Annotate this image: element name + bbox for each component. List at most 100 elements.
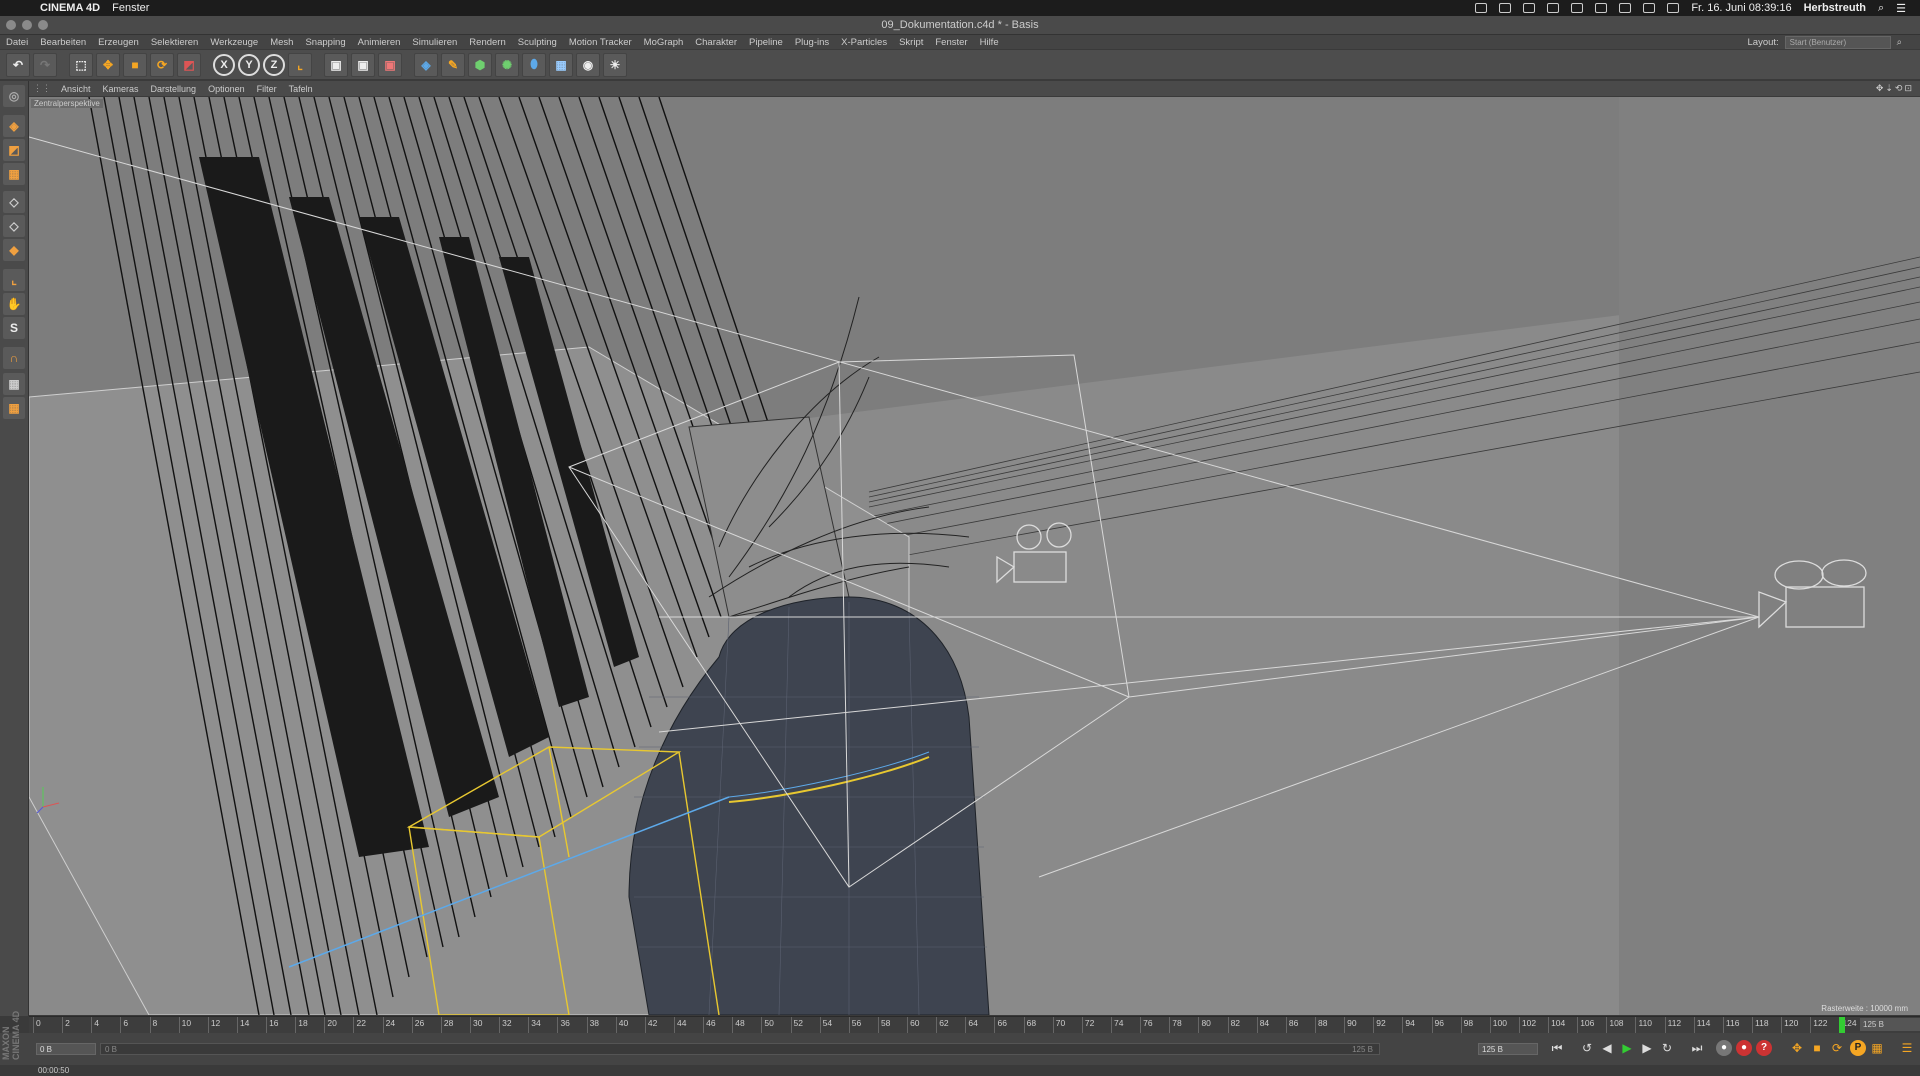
- solo-mode-icon[interactable]: ▦: [3, 397, 25, 419]
- cube-object-icon[interactable]: ◈: [414, 52, 438, 77]
- menu-user[interactable]: Herbstreuth: [1804, 2, 1866, 14]
- axis-mode-icon[interactable]: ⌞: [3, 269, 25, 291]
- texture-mode-icon[interactable]: ◩: [3, 139, 25, 161]
- record-active-objects-icon[interactable]: ●: [1716, 1040, 1732, 1056]
- play-forward-icon[interactable]: ▶: [1618, 1039, 1636, 1057]
- zoom-window-button[interactable]: [38, 20, 48, 30]
- recent-tool-icon[interactable]: ◩: [177, 52, 201, 77]
- snap-icon[interactable]: S: [3, 317, 25, 339]
- app-name-menu[interactable]: CINEMA 4D: [40, 2, 100, 14]
- rotate-tool-icon[interactable]: ⟳: [150, 52, 174, 77]
- cloud-icon[interactable]: [1499, 3, 1512, 13]
- menu-rendern[interactable]: Rendern: [463, 37, 511, 48]
- bluetooth-icon[interactable]: [1619, 3, 1632, 13]
- start-frame-field[interactable]: 0 B: [36, 1043, 96, 1055]
- time-machine-icon[interactable]: [1595, 3, 1608, 13]
- move-tool-icon[interactable]: ✥: [96, 52, 120, 77]
- points-mode-icon[interactable]: ◇: [3, 191, 25, 213]
- viewport-navigation-icons[interactable]: ✥⇣⟲⊡: [1876, 83, 1920, 94]
- scale-tool-icon[interactable]: ■: [123, 52, 147, 77]
- cloner-icon[interactable]: ✺: [495, 52, 519, 77]
- next-frame-icon[interactable]: ▶: [1638, 1039, 1656, 1057]
- axis-z-lock-button[interactable]: Z: [263, 53, 285, 76]
- menu-skript[interactable]: Skript: [893, 37, 929, 48]
- scale-key-icon[interactable]: ■: [1808, 1039, 1826, 1057]
- shield-icon[interactable]: [1547, 3, 1560, 13]
- menu-werkzeuge[interactable]: Werkzeuge: [204, 37, 264, 48]
- polygons-mode-icon[interactable]: ◆: [3, 239, 25, 261]
- folder-icon[interactable]: [1523, 3, 1536, 13]
- axis-x-lock-button[interactable]: X: [213, 53, 235, 76]
- viewport-menu-kameras[interactable]: Kameras: [97, 84, 145, 94]
- menu-bearbeiten[interactable]: Bearbeiten: [34, 37, 92, 48]
- menu-x-particles[interactable]: X-Particles: [835, 37, 893, 48]
- edges-mode-icon[interactable]: ◇: [3, 215, 25, 237]
- menu-charakter[interactable]: Charakter: [689, 37, 743, 48]
- floor-environment-icon[interactable]: ▦: [549, 52, 573, 77]
- menu-mesh[interactable]: Mesh: [264, 37, 299, 48]
- go-to-start-icon[interactable]: ⏮: [1548, 1039, 1566, 1057]
- preview-range-slider[interactable]: 0 B 125 B: [100, 1043, 1380, 1055]
- light-icon[interactable]: ☀: [603, 52, 627, 77]
- timeline-end-frame[interactable]: 125 B: [1860, 1018, 1920, 1031]
- viewport-menu-optionen[interactable]: Optionen: [202, 84, 251, 94]
- notification-center-icon[interactable]: ☰: [1896, 2, 1906, 15]
- dropbox-icon[interactable]: [1475, 3, 1488, 13]
- point-level-animation-icon[interactable]: ▦: [1868, 1039, 1886, 1057]
- position-key-icon[interactable]: ✥: [1788, 1039, 1806, 1057]
- timeline-ruler[interactable]: 0 2 4 6 8 10 12 14 16 18 20 22 24 26 28 30 32 34 36 38 40 42 4…: [29, 1016, 1920, 1033]
- viewport-grip-icon[interactable]: ⋮⋮: [29, 83, 55, 94]
- menu-plug-ins[interactable]: Plug-ins: [789, 37, 835, 48]
- workplane-lock-icon[interactable]: ▦: [3, 373, 25, 395]
- timeline-menu-icon[interactable]: ☰: [1898, 1039, 1916, 1057]
- coordinate-system-icon[interactable]: ⌞: [288, 52, 312, 77]
- rotation-key-icon[interactable]: ⟳: [1828, 1039, 1846, 1057]
- menu-motion-tracker[interactable]: Motion Tracker: [563, 37, 638, 48]
- timeline-playhead[interactable]: [1839, 1017, 1846, 1033]
- viewport-menu-darstellung[interactable]: Darstellung: [145, 84, 203, 94]
- mac-menu-fenster[interactable]: Fenster: [112, 2, 149, 14]
- viewport-menu-tafeln[interactable]: Tafeln: [283, 84, 319, 94]
- menu-animieren[interactable]: Animieren: [352, 37, 407, 48]
- layout-select[interactable]: Start (Benutzer): [1784, 35, 1891, 49]
- menu-fenster[interactable]: Fenster: [929, 37, 973, 48]
- tweak-mode-icon[interactable]: ✋: [3, 293, 25, 315]
- menu-clock[interactable]: Fr. 16. Juni 08:39:16: [1691, 2, 1791, 14]
- deformer-icon[interactable]: ⬮: [522, 52, 546, 77]
- menu-erzeugen[interactable]: Erzeugen: [92, 37, 145, 48]
- magnet-icon[interactable]: ∩: [3, 347, 25, 369]
- workplane-mode-icon[interactable]: ▦: [3, 163, 25, 185]
- menu-datei[interactable]: Datei: [0, 37, 34, 48]
- menu-pipeline[interactable]: Pipeline: [743, 37, 789, 48]
- volume-icon[interactable]: [1667, 3, 1680, 13]
- search-icon[interactable]: ⌕: [1897, 37, 1902, 48]
- previous-frame-icon[interactable]: ◀: [1598, 1039, 1616, 1057]
- menu-sculpting[interactable]: Sculpting: [512, 37, 563, 48]
- object-mode-icon[interactable]: ◈: [3, 115, 25, 137]
- minimize-window-button[interactable]: [22, 20, 32, 30]
- spotlight-search-icon[interactable]: ⌕: [1878, 2, 1884, 15]
- camera-icon[interactable]: ◉: [576, 52, 600, 77]
- menu-selektieren[interactable]: Selektieren: [145, 37, 205, 48]
- parameter-key-icon[interactable]: P: [1850, 1040, 1866, 1056]
- viewport-menu-filter[interactable]: Filter: [251, 84, 283, 94]
- redo-icon[interactable]: ↷: [33, 52, 57, 77]
- previous-key-icon[interactable]: ↺: [1578, 1039, 1596, 1057]
- go-to-end-icon[interactable]: ⏭: [1688, 1039, 1706, 1057]
- viewport-menu-ansicht[interactable]: Ansicht: [55, 84, 97, 94]
- next-key-icon[interactable]: ↻: [1658, 1039, 1676, 1057]
- render-view-icon[interactable]: ▣: [324, 52, 348, 77]
- keyframe-selection-icon[interactable]: ?: [1756, 1040, 1772, 1056]
- end-frame-field[interactable]: 125 B: [1478, 1043, 1538, 1055]
- pen-spline-icon[interactable]: ✎: [441, 52, 465, 77]
- menu-snapping[interactable]: Snapping: [299, 37, 351, 48]
- axis-y-lock-button[interactable]: Y: [238, 53, 260, 76]
- subdivision-surface-icon[interactable]: ⬢: [468, 52, 492, 77]
- undo-icon[interactable]: ↶: [6, 52, 30, 77]
- menu-mograph[interactable]: MoGraph: [638, 37, 690, 48]
- wifi-icon[interactable]: [1643, 3, 1656, 13]
- model-mode-icon[interactable]: ◎: [3, 85, 25, 107]
- render-settings-icon[interactable]: ▣: [378, 52, 402, 77]
- menu-simulieren[interactable]: Simulieren: [406, 37, 463, 48]
- live-selection-icon[interactable]: ⬚: [69, 52, 93, 77]
